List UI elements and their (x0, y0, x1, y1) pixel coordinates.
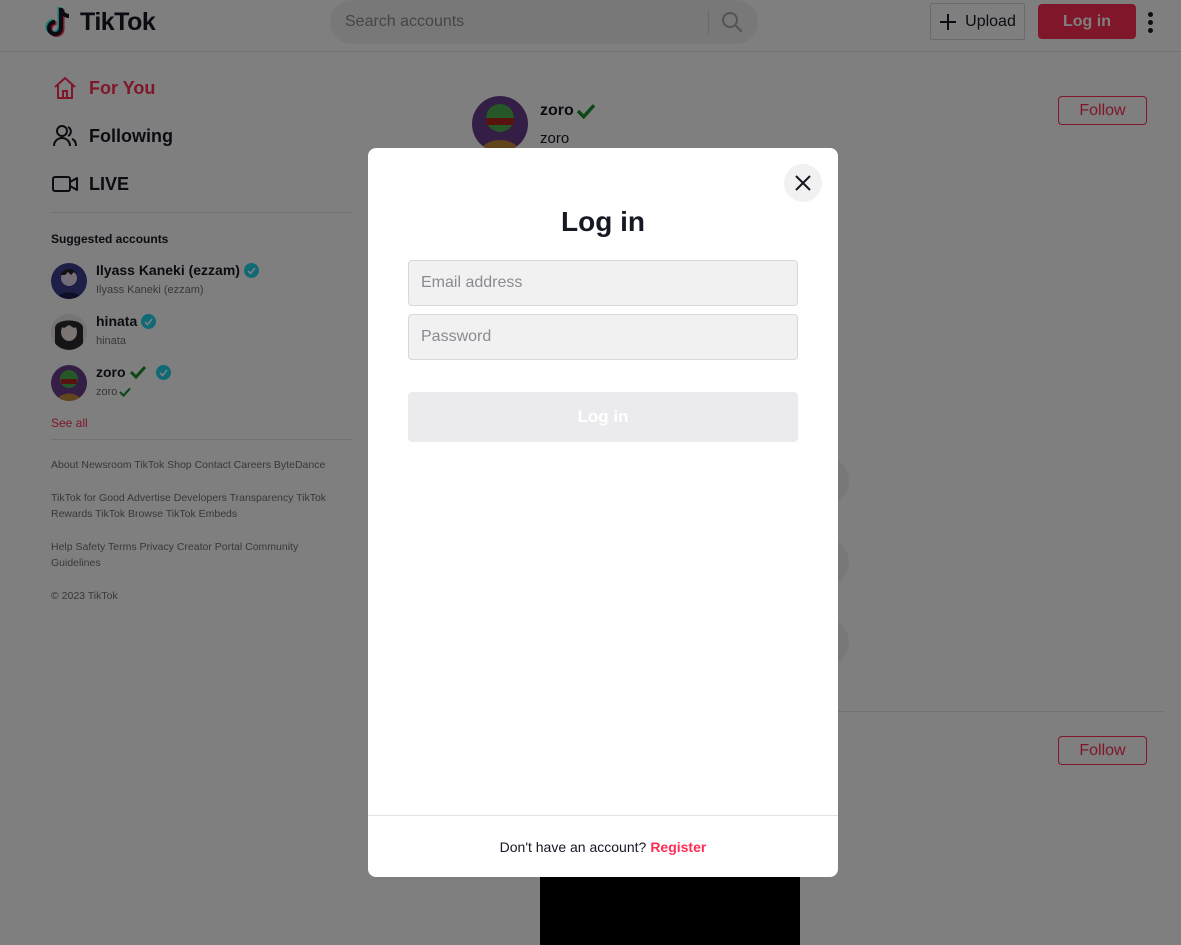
login-modal: Log in Log in Don't have an account? Reg… (368, 148, 838, 877)
password-field[interactable] (408, 314, 798, 360)
login-submit-button[interactable]: Log in (408, 392, 798, 442)
modal-title: Log in (561, 206, 645, 237)
close-icon[interactable] (784, 164, 822, 202)
modal-footer: Don't have an account? Register (368, 815, 838, 877)
email-field[interactable] (408, 260, 798, 306)
register-link[interactable]: Register (650, 839, 706, 855)
no-account-text: Don't have an account? (499, 838, 647, 855)
